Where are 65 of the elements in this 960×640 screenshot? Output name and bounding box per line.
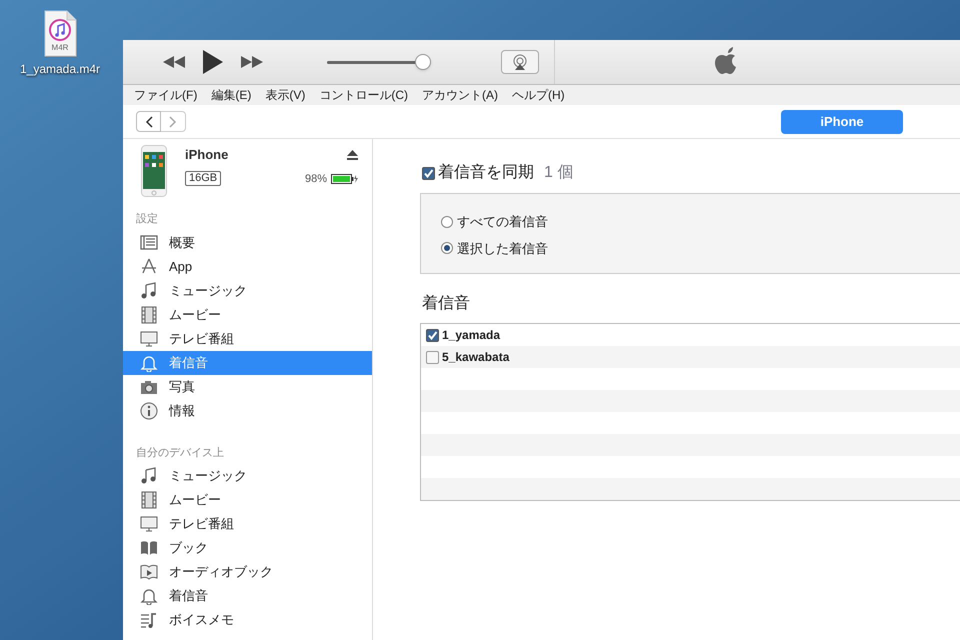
- eject-icon[interactable]: [347, 150, 358, 160]
- checkbox[interactable]: [426, 350, 439, 364]
- capacity-badge: 16GB: [185, 171, 222, 186]
- list-icon: [140, 234, 158, 252]
- monitor-icon: [140, 515, 158, 533]
- checkbox[interactable]: [426, 328, 439, 342]
- sidebar-section-title: 自分のデバイス上: [135, 446, 225, 460]
- sidebar-item[interactable]: 情報: [123, 398, 372, 422]
- sidebar-item[interactable]: テレビ番組: [123, 326, 372, 350]
- sidebar-section-title: 設定: [135, 212, 159, 227]
- menu-item[interactable]: ファイル(F): [134, 86, 198, 104]
- option-label: 選択した着信音: [457, 240, 548, 258]
- menu-item[interactable]: アカウント(A): [422, 86, 498, 104]
- sidebar-item[interactable]: オーディオブック: [123, 560, 372, 584]
- sidebar-item[interactable]: ムービー: [123, 302, 372, 326]
- device-name: iPhone: [185, 146, 228, 164]
- fast-forward-icon[interactable]: [241, 56, 263, 68]
- file-type-label: M4R: [50, 43, 70, 52]
- sidebar-item[interactable]: 着信音: [123, 584, 372, 608]
- music-note-icon: [140, 282, 158, 300]
- sidebar-item[interactable]: 概要: [123, 230, 372, 254]
- music-file-icon[interactable]: [42, 10, 78, 58]
- file-name[interactable]: 1_yamada.m4r: [20, 60, 100, 78]
- airplay-icon: [512, 54, 528, 70]
- item-count: 1 個: [544, 163, 574, 183]
- phone-icon[interactable]: [141, 145, 167, 197]
- ringtone-name: 1_yamada: [442, 327, 500, 344]
- sidebar-item[interactable]: App: [123, 254, 372, 278]
- sync-label: 着信音を同期: [438, 162, 534, 183]
- audiobook-icon: [140, 563, 158, 581]
- monitor-icon: [140, 330, 158, 348]
- section-heading: 着信音: [422, 294, 471, 314]
- option-label: すべての着信音: [457, 213, 548, 231]
- chevron-left-icon: [144, 116, 152, 128]
- bell-icon: [140, 587, 158, 605]
- info-icon: [140, 402, 158, 420]
- menu-item[interactable]: 表示(V): [265, 86, 306, 104]
- bell-icon: [140, 354, 158, 372]
- play-icon[interactable]: [203, 50, 223, 74]
- airplay-button[interactable]: [501, 50, 539, 74]
- sidebar-item[interactable]: ミュージック: [123, 278, 372, 302]
- menu-item[interactable]: コントロール(C): [319, 86, 408, 104]
- sidebar-item[interactable]: ボイスメモ: [123, 608, 372, 632]
- battery-charging-icon: [331, 174, 358, 184]
- sidebar-item[interactable]: ミュージック: [123, 464, 372, 488]
- menu-item[interactable]: ヘルプ(H): [512, 86, 565, 104]
- ringtone-name: 5_kawabata: [442, 349, 510, 366]
- rewind-icon[interactable]: [163, 56, 185, 68]
- film-icon: [140, 306, 158, 324]
- app-store-icon: [140, 258, 158, 276]
- chevron-right-icon: [169, 116, 177, 128]
- back-button[interactable]: [136, 111, 161, 132]
- sidebar-item[interactable]: 写真: [123, 374, 372, 398]
- battery-percentage: 98%: [304, 172, 327, 186]
- film-icon: [140, 491, 158, 509]
- book-icon: [140, 539, 158, 557]
- menu-item[interactable]: 編集(E): [211, 86, 252, 104]
- checkbox[interactable]: [422, 166, 435, 180]
- music-note-icon: [140, 467, 158, 485]
- radio-button[interactable]: [441, 242, 453, 254]
- sidebar-item[interactable]: ムービー: [123, 488, 372, 512]
- sidebar-item[interactable]: テレビ番組: [123, 512, 372, 536]
- radio-button[interactable]: [441, 216, 453, 228]
- voice-memo-icon: [140, 611, 158, 629]
- sidebar-item[interactable]: ブック: [123, 536, 372, 560]
